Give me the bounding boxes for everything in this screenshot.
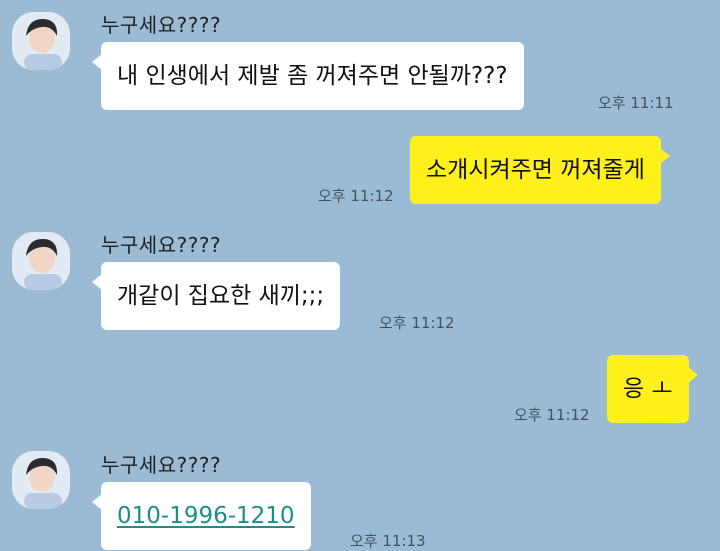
message-time: 오후 11:12 (514, 406, 590, 424)
sender-name: 누구세요???? (101, 13, 222, 37)
phone-link[interactable]: 010-1996-1210 (117, 503, 295, 529)
message-text: 응 ㅗ (623, 376, 673, 402)
message-bubble[interactable]: 응 ㅗ (607, 355, 698, 423)
message-text: 개같이 집요한 새끼;;; (117, 283, 325, 309)
sender-name: 누구세요???? (101, 453, 222, 477)
message-time: 오후 11:13 (350, 532, 426, 550)
avatar[interactable] (12, 451, 70, 509)
sender-name: 누구세요???? (101, 233, 222, 257)
message-bubble[interactable]: 소개시켜주면 꺼져줄게 (410, 136, 670, 204)
message-text: 소개시켜주면 꺼져줄게 (426, 157, 645, 183)
avatar[interactable] (12, 12, 70, 70)
message-time: 오후 11:12 (318, 187, 394, 205)
message-time: 오후 11:11 (598, 94, 674, 112)
avatar[interactable] (12, 232, 70, 290)
message-bubble[interactable]: 내 인생에서 제발 좀 꺼져주면 안될까??? (92, 42, 524, 110)
message-time: 오후 11:12 (379, 314, 455, 332)
message-bubble[interactable]: 개같이 집요한 새끼;;; (91, 262, 341, 330)
message-text: 내 인생에서 제발 좀 꺼져주면 안될까??? (117, 63, 508, 89)
